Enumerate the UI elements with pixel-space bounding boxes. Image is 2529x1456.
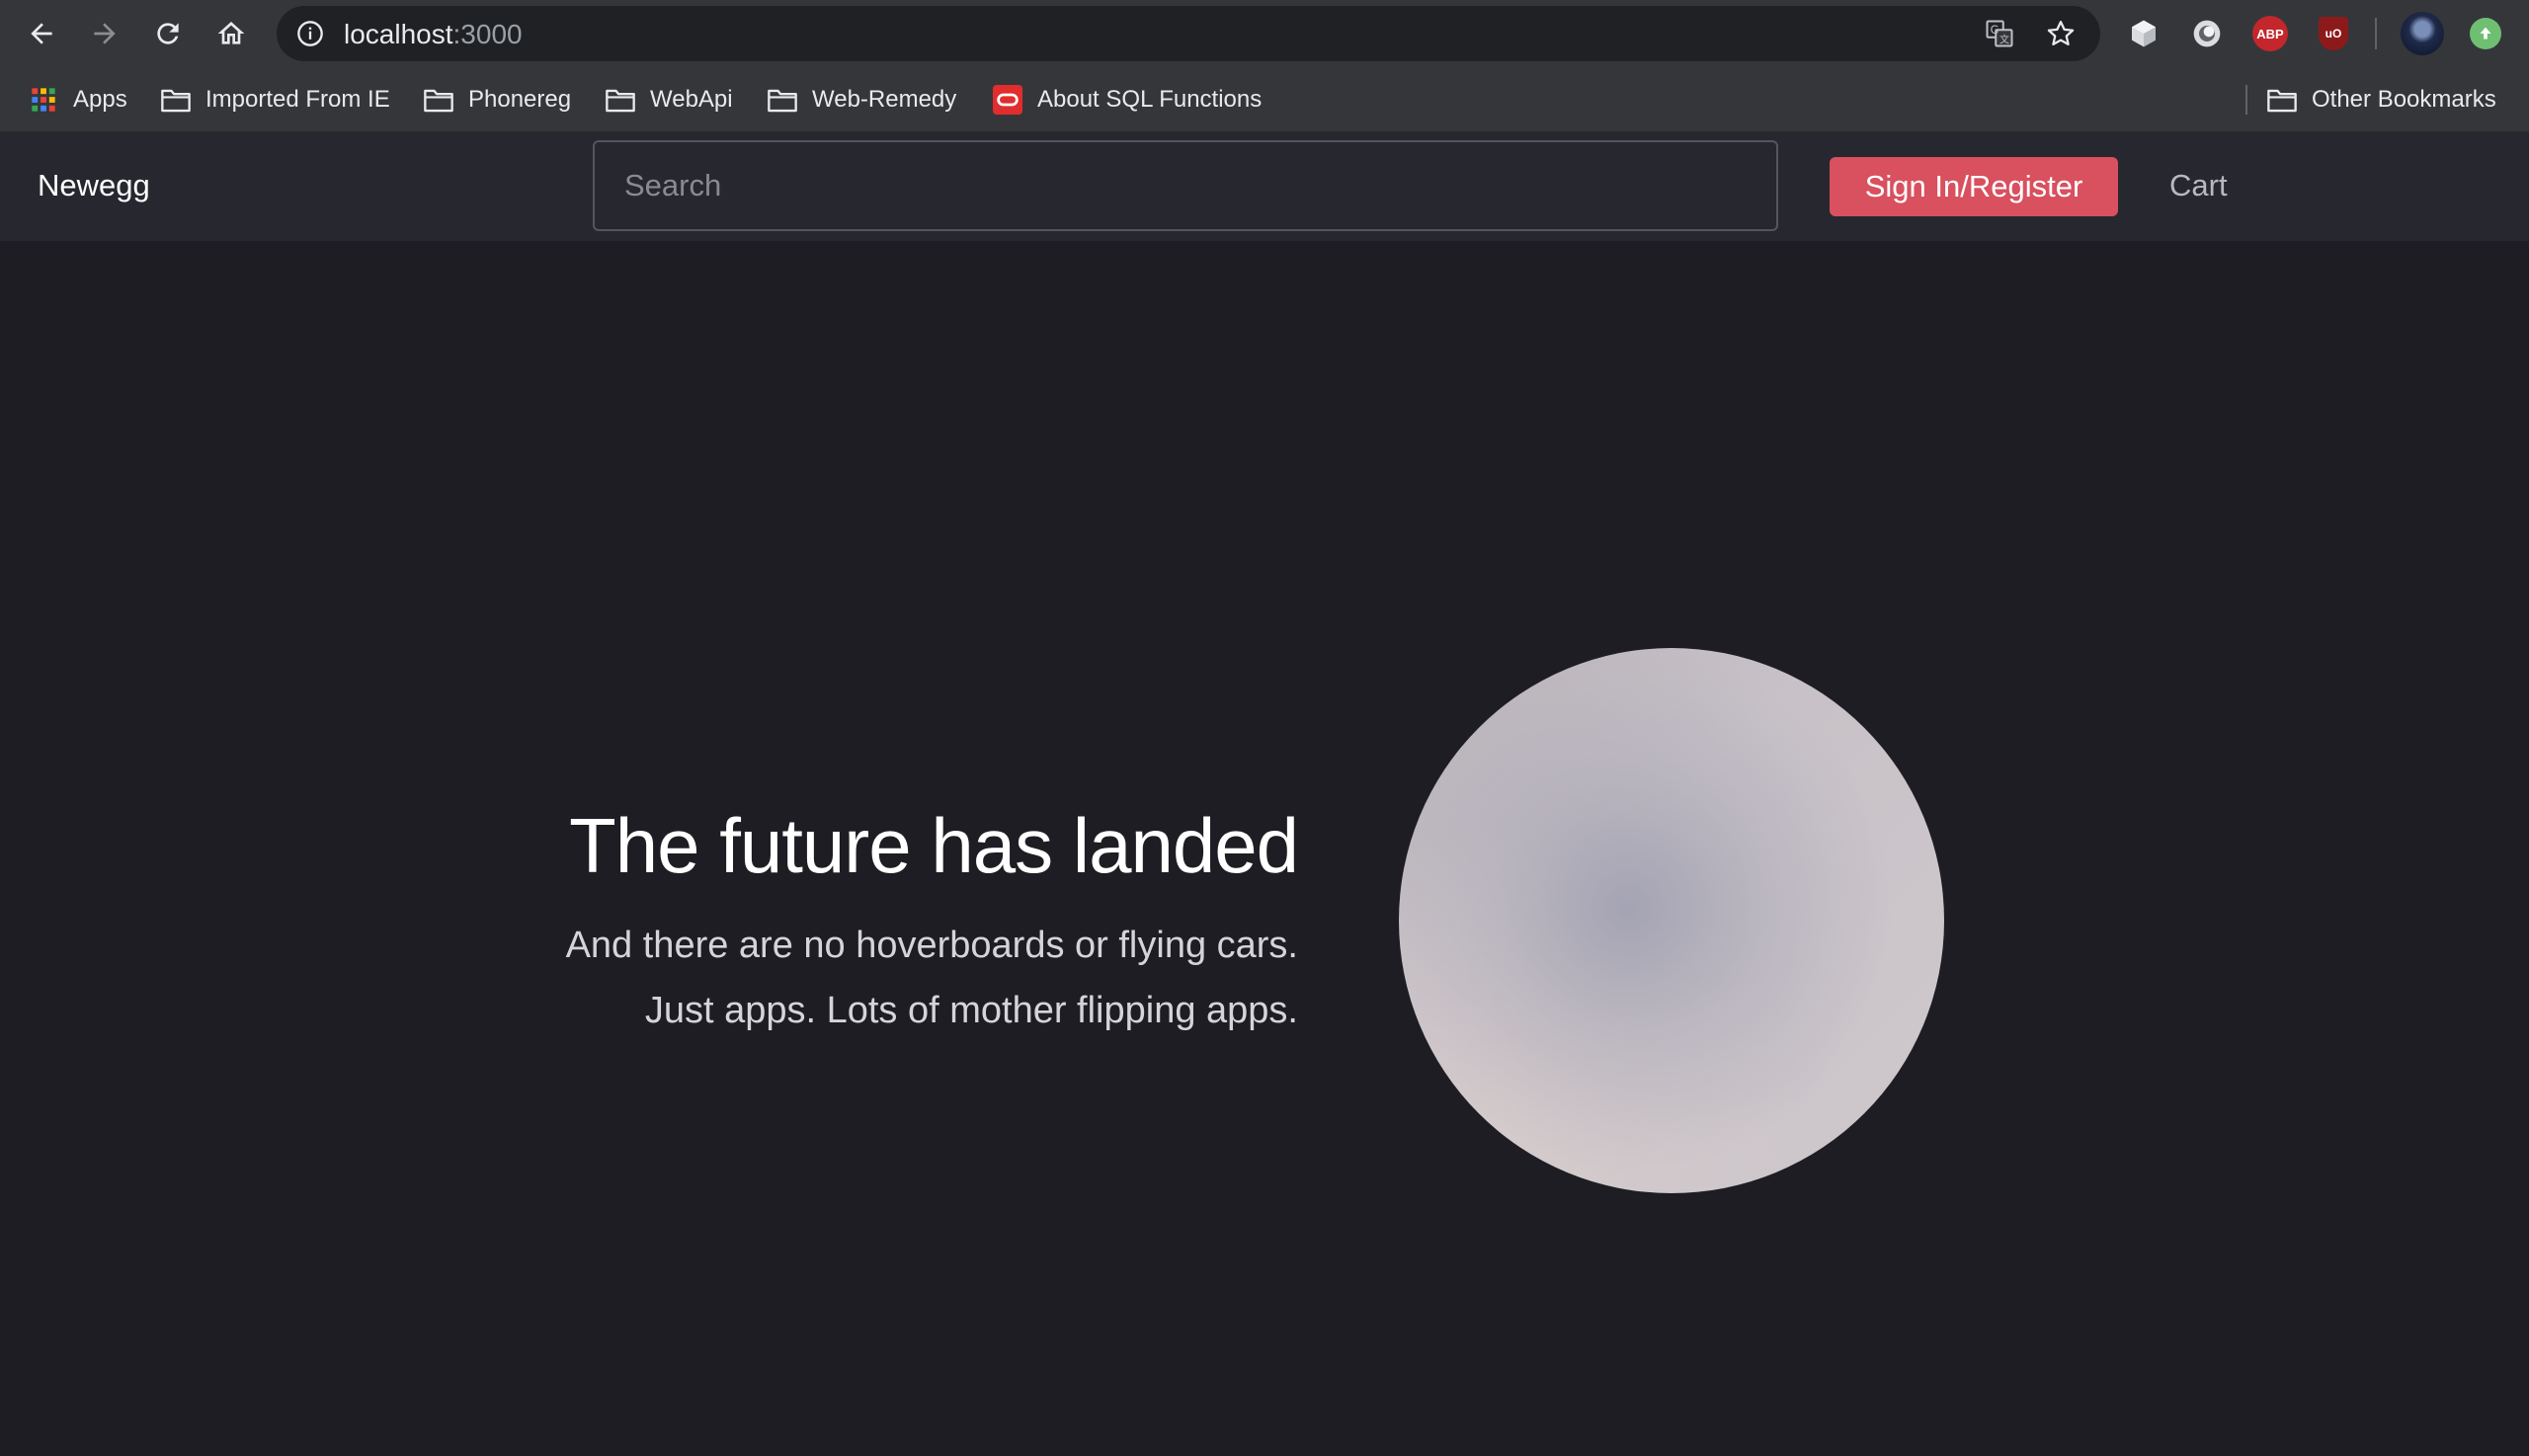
bookmark-label: Phonereg	[468, 86, 572, 113]
hero-orb-image	[1399, 648, 1944, 1193]
home-icon	[217, 22, 245, 44]
bookmark-web-remedy[interactable]: Web-Remedy	[767, 83, 956, 117]
bookmark-label: About SQL Functions	[1037, 86, 1263, 113]
cart-link[interactable]: Cart	[2169, 168, 2228, 203]
bookmark-label: Web-Remedy	[812, 86, 957, 113]
svg-text:文: 文	[1999, 33, 2009, 45]
cube-extension-icon[interactable]	[2126, 16, 2162, 51]
bookmark-label: Other Bookmarks	[2312, 86, 2496, 113]
back-arrow-icon	[31, 23, 52, 44]
home-button[interactable]	[211, 14, 251, 53]
bookmark-phonereg[interactable]: Phonereg	[423, 83, 571, 117]
circle-extension-icon[interactable]	[2189, 16, 2225, 51]
hero-text-block: The future has landed And there are no h…	[409, 798, 1299, 1043]
toolbar-divider	[2375, 18, 2377, 49]
site-navbar: Newegg Sign In/Register Cart	[0, 132, 2529, 241]
bookmarks-divider	[2245, 85, 2247, 115]
bookmark-about-sql-functions[interactable]: About SQL Functions	[992, 83, 1262, 117]
hero-subtitle-line-2: Just apps. Lots of mother flipping apps.	[644, 990, 1298, 1031]
apps-grid-icon	[28, 86, 59, 114]
bookmark-label: Imported From IE	[205, 86, 390, 113]
back-button[interactable]	[22, 14, 61, 53]
bookmark-label: WebApi	[650, 86, 733, 113]
bookmark-label: Apps	[73, 86, 127, 113]
folder-icon	[423, 86, 454, 114]
sign-in-register-button[interactable]: Sign In/Register	[1830, 157, 2118, 216]
url-text[interactable]: localhost:3000	[344, 19, 523, 50]
folder-icon	[160, 86, 192, 114]
browser-toolbar: localhost:3000 G文 ABP uO	[0, 0, 2529, 67]
forward-button[interactable]	[85, 14, 124, 53]
bookmark-imported-from-ie[interactable]: Imported From IE	[160, 83, 390, 117]
info-icon[interactable]	[296, 20, 324, 47]
svg-text:G: G	[1991, 24, 1999, 37]
hero-subtitle: And there are no hoverboards or flying c…	[409, 913, 1298, 1043]
oracle-icon	[992, 85, 1023, 115]
abp-badge: ABP	[2252, 16, 2288, 51]
update-icon[interactable]	[2470, 18, 2501, 49]
bookmark-other-bookmarks[interactable]: Other Bookmarks	[2266, 83, 2496, 117]
folder-icon	[2266, 86, 2298, 114]
hero-title: The future has landed	[569, 802, 1299, 889]
ublock-badge: uO	[2319, 17, 2348, 50]
hero-subtitle-line-1: And there are no hoverboards or flying c…	[565, 925, 1298, 966]
folder-icon	[767, 86, 798, 114]
url-port: :3000	[452, 19, 523, 49]
address-bar[interactable]: localhost:3000 G文	[277, 6, 2100, 61]
brand-logo-text[interactable]: Newegg	[38, 168, 150, 203]
folder-icon	[605, 86, 636, 114]
forward-arrow-icon	[94, 23, 116, 44]
bookmark-apps[interactable]: Apps	[28, 83, 127, 117]
bookmark-star-icon[interactable]	[2045, 18, 2077, 49]
reload-icon	[157, 23, 179, 44]
search-input[interactable]	[593, 140, 1778, 231]
bookmark-webapi[interactable]: WebApi	[605, 83, 733, 117]
url-host: localhost	[344, 19, 453, 49]
ublock-origin-icon[interactable]: uO	[2316, 16, 2351, 51]
bookmarks-bar: Apps Imported From IE Phonereg WebApi We…	[0, 67, 2529, 132]
adblock-plus-icon[interactable]: ABP	[2252, 16, 2288, 51]
translate-icon[interactable]: G文	[1984, 18, 2015, 49]
profile-avatar[interactable]	[2401, 12, 2444, 55]
reload-button[interactable]	[148, 14, 188, 53]
